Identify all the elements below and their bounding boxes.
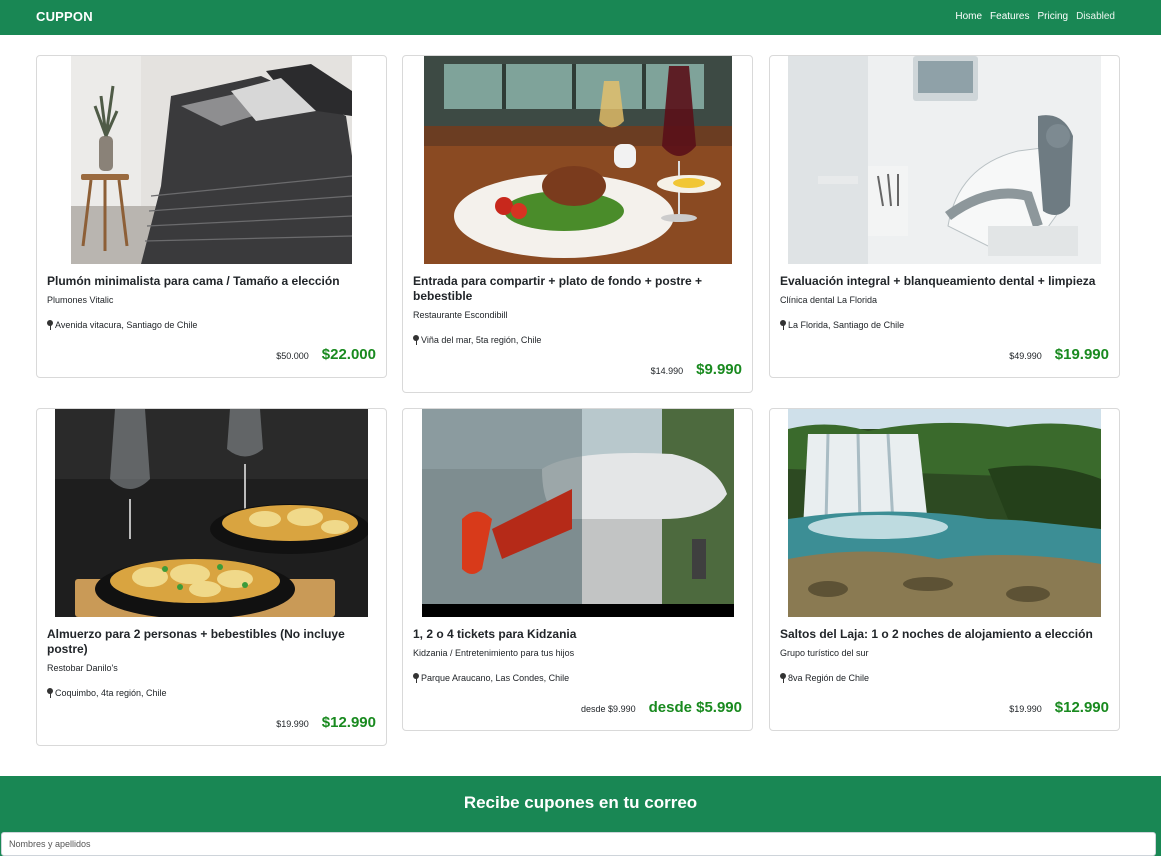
deal-title[interactable]: Evaluación integral + blanqueamiento den… bbox=[780, 274, 1109, 289]
navbar: CUPPON Home Features Pricing Disabled bbox=[0, 0, 1161, 35]
waterfall-image bbox=[770, 409, 1119, 617]
deal-card[interactable]: Saltos del Laja: 1 o 2 noches de alojami… bbox=[769, 408, 1120, 731]
card-body: 1, 2 o 4 tickets para Kidzania Kidzania … bbox=[413, 627, 742, 683]
deal-title[interactable]: Plumón minimalista para cama / Tamaño a … bbox=[47, 274, 376, 289]
old-price: desde $9.990 bbox=[581, 704, 636, 714]
kidzania-image bbox=[403, 409, 752, 617]
name-input[interactable] bbox=[1, 832, 1156, 856]
deal-title[interactable]: Almuerzo para 2 personas + bebestibles (… bbox=[47, 627, 376, 657]
prices: $19.990 $12.990 bbox=[1009, 699, 1109, 716]
location-text: Avenida vitacura, Santiago de Chile bbox=[55, 320, 198, 330]
map-pin-icon bbox=[47, 688, 53, 698]
location-text: Coquimbo, 4ta región, Chile bbox=[55, 688, 167, 698]
deal-card[interactable]: 1, 2 o 4 tickets para Kidzania Kidzania … bbox=[402, 408, 753, 731]
nav-features[interactable]: Features bbox=[990, 11, 1029, 22]
bedding-image bbox=[37, 56, 386, 264]
food-pans-image bbox=[37, 409, 386, 617]
old-price: $49.990 bbox=[1009, 351, 1042, 361]
subscribe-heading: Recibe cupones en tu correo bbox=[463, 793, 698, 812]
merchant-name: Grupo turístico del sur bbox=[780, 648, 869, 658]
map-pin-icon bbox=[413, 335, 419, 345]
location-text: Parque Araucano, Las Condes, Chile bbox=[421, 673, 570, 683]
location: La Florida, Santiago de Chile bbox=[780, 320, 1109, 330]
new-price: desde $5.990 bbox=[648, 699, 742, 716]
old-price: $19.990 bbox=[276, 719, 309, 729]
new-price: $19.990 bbox=[1054, 346, 1109, 363]
merchant-name: Restaurante Escondibill bbox=[413, 310, 508, 320]
card-body: Entrada para compartir + plato de fondo … bbox=[413, 274, 742, 345]
old-price: $19.990 bbox=[1009, 704, 1042, 714]
deal-card[interactable]: Almuerzo para 2 personas + bebestibles (… bbox=[36, 408, 387, 746]
prices: $50.000 $22.000 bbox=[276, 346, 376, 363]
deal-card[interactable]: Evaluación integral + blanqueamiento den… bbox=[769, 55, 1120, 378]
old-price: $50.000 bbox=[276, 351, 309, 361]
old-price: $14.990 bbox=[650, 366, 684, 376]
brand-logo[interactable]: CUPPON bbox=[36, 9, 93, 24]
location: Parque Araucano, Las Condes, Chile bbox=[413, 673, 742, 683]
location: 8va Región de Chile bbox=[780, 673, 1109, 683]
map-pin-icon bbox=[413, 673, 419, 683]
new-price: $12.990 bbox=[321, 714, 376, 731]
new-price: $9.990 bbox=[696, 361, 742, 378]
deal-title[interactable]: 1, 2 o 4 tickets para Kidzania bbox=[413, 627, 742, 642]
card-body: Almuerzo para 2 personas + bebestibles (… bbox=[47, 627, 376, 698]
deal-title[interactable]: Saltos del Laja: 1 o 2 noches de alojami… bbox=[780, 627, 1109, 642]
nav-home[interactable]: Home bbox=[955, 11, 982, 22]
new-price: $22.000 bbox=[321, 346, 376, 363]
location-text: La Florida, Santiago de Chile bbox=[788, 320, 905, 330]
prices: $14.990 $9.990 bbox=[651, 361, 742, 378]
location-text: 8va Región de Chile bbox=[788, 673, 870, 683]
merchant-name: Restobar Danilo's bbox=[47, 663, 118, 673]
map-pin-icon bbox=[780, 320, 786, 330]
merchant-name: Clínica dental La Florida bbox=[780, 295, 878, 305]
merchant-name: Kidzania / Entretenimiento para tus hijo… bbox=[413, 648, 575, 658]
dental-chair-image bbox=[770, 56, 1119, 264]
location: Avenida vitacura, Santiago de Chile bbox=[47, 320, 376, 330]
new-price: $12.990 bbox=[1054, 699, 1109, 716]
merchant-name: Plumones Vitalic bbox=[47, 295, 114, 305]
nav-links: Home Features Pricing Disabled bbox=[955, 11, 1115, 22]
prices: desde $9.990 desde $5.990 bbox=[581, 699, 742, 716]
subscribe-section: Recibe cupones en tu correo bbox=[0, 776, 1161, 856]
deal-card[interactable]: Plumón minimalista para cama / Tamaño a … bbox=[36, 55, 387, 378]
card-body: Saltos del Laja: 1 o 2 noches de alojami… bbox=[780, 627, 1109, 683]
location: Viña del mar, 5ta región, Chile bbox=[413, 335, 742, 345]
location-text: Viña del mar, 5ta región, Chile bbox=[421, 335, 542, 345]
restaurant-dish-image bbox=[403, 56, 752, 264]
card-body: Plumón minimalista para cama / Tamaño a … bbox=[47, 274, 376, 330]
nav-disabled: Disabled bbox=[1076, 11, 1115, 22]
map-pin-icon bbox=[47, 320, 53, 330]
prices: $19.990 $12.990 bbox=[276, 714, 376, 731]
location: Coquimbo, 4ta región, Chile bbox=[47, 688, 376, 698]
deal-title[interactable]: Entrada para compartir + plato de fondo … bbox=[413, 274, 742, 304]
card-body: Evaluación integral + blanqueamiento den… bbox=[780, 274, 1109, 330]
prices: $49.990 $19.990 bbox=[1009, 346, 1109, 363]
nav-pricing[interactable]: Pricing bbox=[1038, 11, 1069, 22]
map-pin-icon bbox=[780, 673, 786, 683]
deal-card[interactable]: Entrada para compartir + plato de fondo … bbox=[402, 55, 753, 393]
